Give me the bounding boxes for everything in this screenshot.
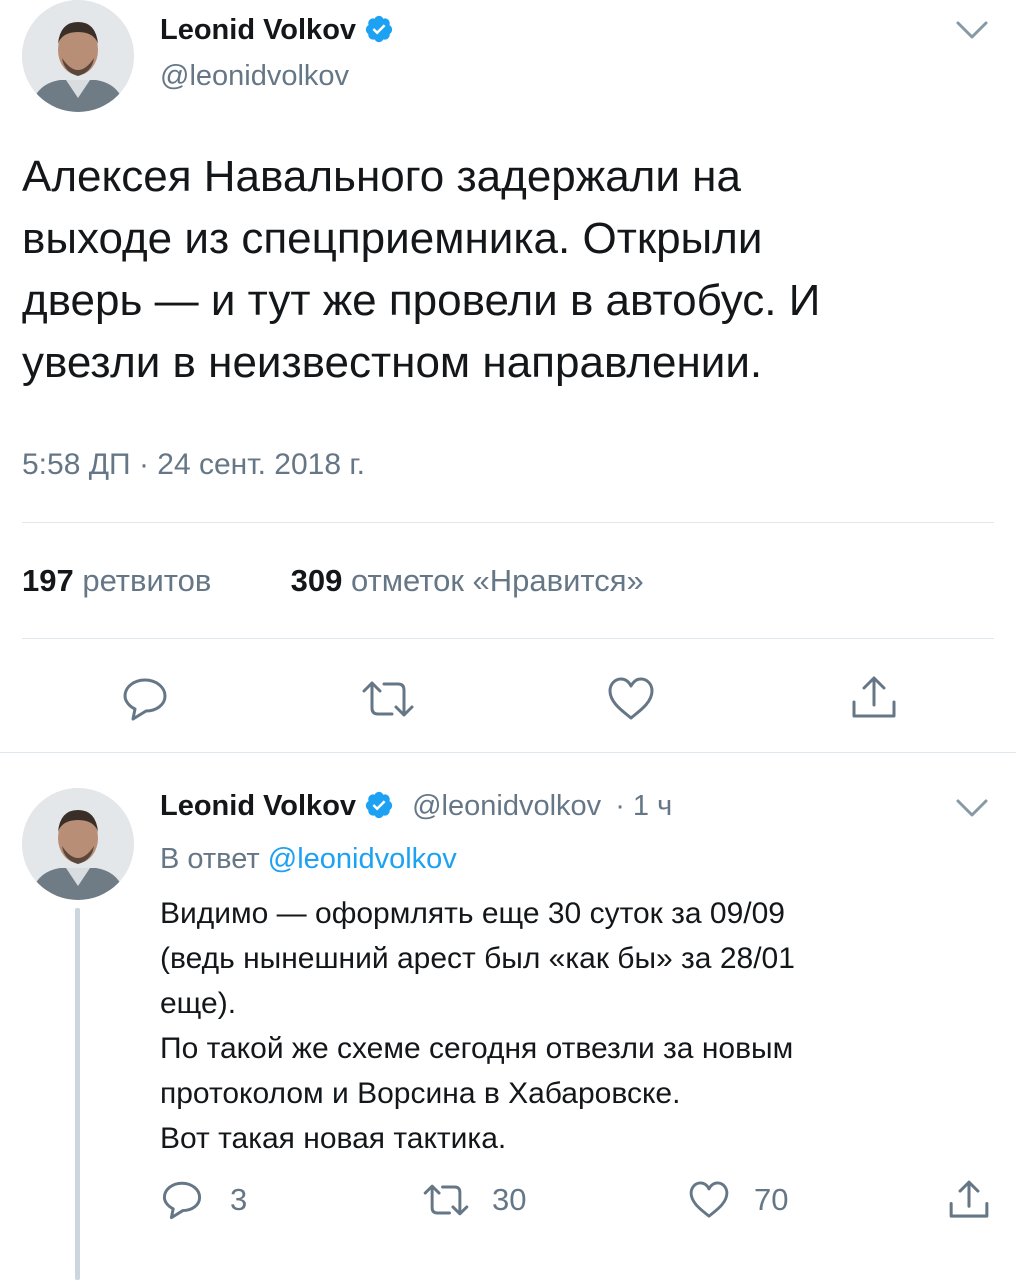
retweet-arrows-icon bbox=[423, 1184, 469, 1216]
retweets-label: ретвитов bbox=[82, 563, 212, 598]
reply-text-line: протоколом и Ворсина в Хабаровске. bbox=[160, 1077, 681, 1110]
verified-badge-icon bbox=[364, 14, 394, 52]
avatar-photo bbox=[22, 788, 134, 900]
retweets-count: 197 bbox=[22, 563, 74, 598]
reply-count: 3 bbox=[230, 1182, 248, 1217]
reply-text-line: (ведь нынешний арест был «как бы» за 28/… bbox=[160, 942, 795, 975]
avatar-photo bbox=[22, 0, 134, 112]
reply-to-handle[interactable]: @leonidvolkov bbox=[268, 843, 457, 875]
retweet-count: 30 bbox=[492, 1182, 527, 1217]
reply-chevron-down-icon[interactable] bbox=[952, 794, 992, 822]
retweet-arrows-icon bbox=[362, 681, 414, 717]
author-avatar[interactable] bbox=[22, 0, 134, 112]
reply-like-button[interactable]: 70 bbox=[686, 1178, 788, 1222]
reply-time[interactable]: · 1 ч bbox=[615, 790, 672, 822]
retweets-stat[interactable]: 197 ретвитов bbox=[22, 563, 220, 598]
tweet-text-line: выходе из спецприемника. Открыли bbox=[22, 214, 763, 263]
speech-bubble-icon bbox=[162, 1181, 202, 1220]
reply-text-line: еще). bbox=[160, 987, 237, 1020]
reply-share-button[interactable] bbox=[944, 1176, 994, 1224]
tweet-text-line: дверь — и тут же провели в автобус. И bbox=[22, 276, 821, 325]
tweet-stats: 197 ретвитов 309 отметок «Нравится» bbox=[22, 563, 644, 599]
speech-bubble-icon bbox=[123, 678, 167, 721]
reply-reply-button[interactable]: 3 bbox=[160, 1178, 247, 1222]
retweet-button[interactable] bbox=[358, 674, 418, 724]
likes-count: 309 bbox=[290, 563, 343, 598]
thread-line bbox=[75, 908, 80, 1280]
author-name[interactable]: Leonid Volkov bbox=[160, 14, 394, 52]
reply-body: Видимо — оформлять еще 30 суток за 09/09… bbox=[160, 891, 795, 1161]
divider bbox=[22, 638, 994, 639]
like-count: 70 bbox=[754, 1182, 789, 1217]
share-upload-icon bbox=[949, 1180, 989, 1218]
tweet-body: Алексея Навального задержали на выходе и… bbox=[22, 146, 820, 394]
like-button[interactable] bbox=[604, 674, 658, 724]
reply-author-name[interactable]: Leonid Volkov bbox=[160, 790, 356, 822]
likes-label: отметок «Нравится» bbox=[350, 563, 644, 598]
share-button[interactable] bbox=[846, 672, 902, 724]
tweet-text-line: Алексея Навального задержали на bbox=[22, 152, 741, 201]
divider bbox=[22, 522, 994, 523]
reply-author-avatar[interactable] bbox=[22, 788, 134, 900]
section-divider bbox=[0, 752, 1016, 753]
heart-icon bbox=[608, 677, 654, 720]
verified-badge-icon bbox=[364, 790, 394, 828]
author-handle[interactable]: @leonidvolkov bbox=[160, 60, 349, 93]
reply-author-handle[interactable]: @leonidvolkov bbox=[412, 790, 601, 822]
reply-to-line: В ответ @leonidvolkov bbox=[160, 843, 457, 876]
reply-retweet-button[interactable]: 30 bbox=[420, 1178, 526, 1222]
author-name-text[interactable]: Leonid Volkov bbox=[160, 14, 356, 46]
reply-to-prefix: В ответ bbox=[160, 843, 260, 875]
heart-icon bbox=[689, 1181, 729, 1218]
reply-text-line: Видимо — оформлять еще 30 суток за 09/09 bbox=[160, 897, 785, 930]
reply-text-line: Вот такая новая тактика. bbox=[160, 1122, 507, 1155]
share-upload-icon bbox=[852, 676, 896, 718]
reply-text-line: По такой же схеме сегодня отвезли за нов… bbox=[160, 1032, 794, 1065]
tweet-timestamp[interactable]: 5:58 ДП · 24 сент. 2018 г. bbox=[22, 448, 365, 482]
likes-stat[interactable]: 309 отметок «Нравится» bbox=[291, 563, 644, 598]
tweet-text-line: увезли в неизвестном направлении. bbox=[22, 338, 763, 387]
chevron-down-icon[interactable] bbox=[952, 16, 992, 44]
reply-button[interactable] bbox=[120, 674, 170, 724]
reply-header: Leonid Volkov @leonidvolkov · 1 ч bbox=[160, 790, 672, 828]
